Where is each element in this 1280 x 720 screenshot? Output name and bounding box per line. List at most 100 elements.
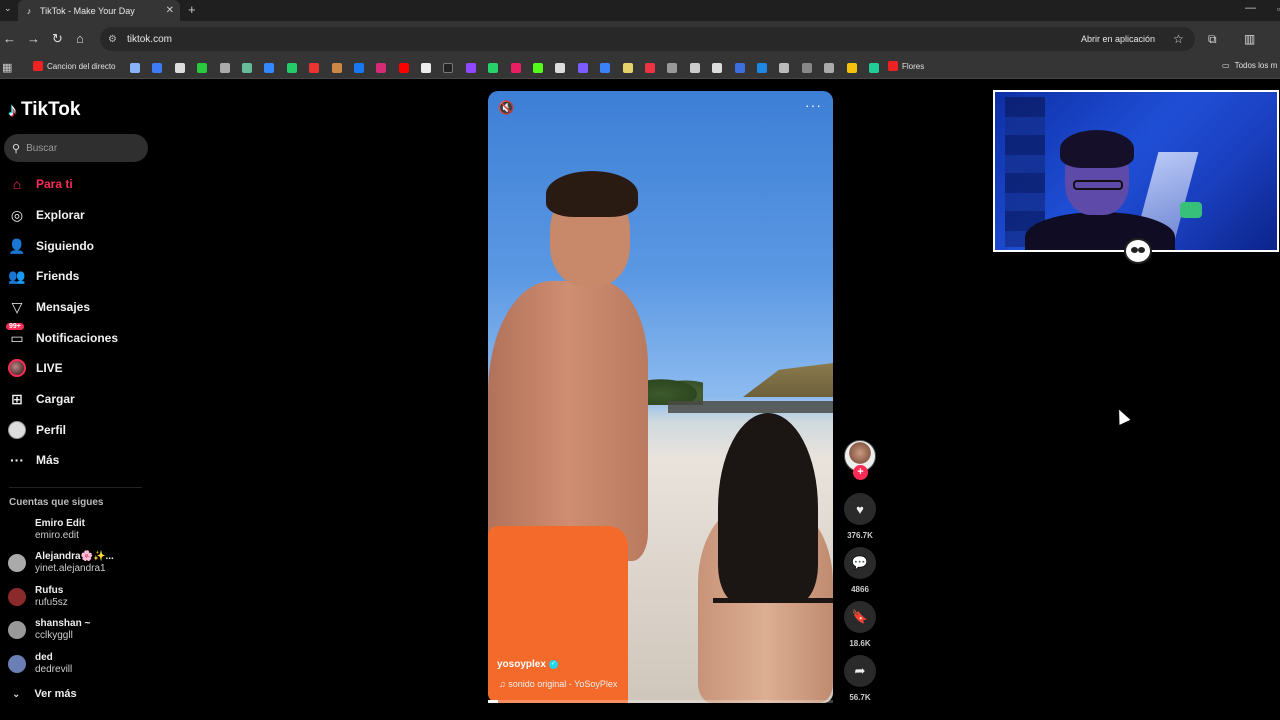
following-account[interactable]: ded dedrevill	[8, 650, 158, 678]
bookmark-icon[interactable]	[264, 63, 275, 73]
kick-icon[interactable]	[533, 63, 544, 73]
video-progress-fill	[488, 700, 499, 703]
facebook-icon[interactable]	[353, 63, 364, 73]
bookmark-icon[interactable]	[286, 63, 297, 73]
following-account[interactable]: Alejandra🌸✨... yinet.alejandra1	[8, 549, 158, 577]
heart-icon[interactable]: ♥	[844, 493, 876, 525]
notifications-badge: 99+	[6, 323, 24, 330]
like-action[interactable]: ♥ 376.7K	[843, 493, 877, 540]
bookmark-icon[interactable]	[622, 63, 633, 73]
home-icon[interactable]: ⌂	[76, 31, 84, 46]
bookmark-icon[interactable]	[130, 63, 140, 73]
bookmark-all-folder[interactable]: ▭ Todos los m	[1222, 61, 1277, 70]
bookmark-icon[interactable]	[309, 63, 320, 73]
tiktok-icon[interactable]	[443, 63, 454, 73]
extensions-icon[interactable]: ⧉	[1208, 32, 1217, 47]
video-sound[interactable]: ♫ sonido original - YoSoyPlex	[499, 679, 617, 689]
back-icon[interactable]: ←	[3, 31, 16, 46]
bookmark-star-icon[interactable]: ☆	[1173, 32, 1184, 46]
comment-icon[interactable]: 💬	[844, 547, 876, 579]
youtube-icon[interactable]	[398, 63, 409, 73]
bookmark-icon[interactable]	[734, 63, 745, 73]
tiktok-favicon-icon: ♪	[26, 5, 32, 16]
more-options-icon[interactable]: ···	[805, 97, 822, 113]
mute-icon[interactable]: 🔇	[498, 100, 514, 116]
bookmark-icon[interactable]	[801, 63, 812, 73]
bookmark-icon[interactable]	[219, 63, 230, 73]
compass-icon: ◎	[10, 206, 24, 223]
nav-explorar[interactable]: ◎ Explorar	[8, 203, 85, 227]
nav-mensajes[interactable]: ▽ Mensajes	[8, 295, 90, 319]
bookmark-icon[interactable]	[712, 63, 723, 73]
bookmark-icon[interactable]	[846, 63, 857, 73]
bookmark-icon[interactable]	[600, 63, 611, 73]
share-icon[interactable]: ➦	[844, 655, 876, 687]
video-progress-bar[interactable]	[488, 700, 833, 703]
bookmark-icon[interactable]	[667, 63, 678, 73]
bookmark-flores[interactable]: Flores	[888, 61, 924, 71]
whatsapp-icon[interactable]	[488, 63, 499, 73]
tab-search-icon[interactable]: ⌄	[4, 3, 12, 14]
nav-mas[interactable]: ··· Más	[8, 448, 59, 472]
google-icon[interactable]	[421, 63, 432, 73]
following-section-title: Cuentas que sigues	[9, 497, 104, 508]
follow-plus-button[interactable]: +	[853, 465, 868, 480]
bookmark-icon[interactable]	[756, 63, 767, 73]
apps-grid-icon[interactable]: ▦	[2, 61, 12, 74]
video-author[interactable]: yosoyplex ✓	[497, 659, 558, 670]
following-account[interactable]: shanshan ~ cclkyggll	[8, 616, 158, 644]
nav-notificaciones[interactable]: ▭ 99+ Notificaciones	[6, 323, 118, 350]
nav-perfil[interactable]: Perfil	[8, 418, 66, 442]
nav-cargar[interactable]: ⊞ Cargar	[8, 387, 75, 411]
avatar	[8, 655, 26, 673]
reload-icon[interactable]: ↻	[52, 31, 63, 47]
following-account[interactable]: Rufus rufu5sz	[8, 583, 158, 611]
search-input[interactable]	[26, 142, 137, 154]
nav-friends[interactable]: 👥 Friends	[8, 264, 79, 288]
tiktok-logo[interactable]: ♪ TikTok	[8, 99, 80, 121]
comment-action[interactable]: 💬 4866	[843, 547, 877, 594]
youtube-icon	[33, 61, 43, 71]
bookmark-icon[interactable]	[824, 63, 835, 73]
video-player[interactable]	[488, 91, 833, 703]
share-action[interactable]: ➦ 56.7K	[843, 655, 877, 702]
sidebar-divider	[9, 487, 142, 488]
close-tab-icon[interactable]: ✕	[166, 5, 174, 16]
bookmark-icon[interactable]	[152, 63, 163, 73]
search-box[interactable]: ⚲	[4, 134, 148, 162]
bookmark-icon[interactable]	[331, 63, 342, 73]
bookmark-icon[interactable]	[577, 63, 588, 73]
site-info-icon[interactable]: ⚙	[108, 34, 117, 45]
bookmark-icon[interactable]	[779, 63, 790, 73]
nav-para-ti[interactable]: ⌂ Para ti	[8, 172, 73, 196]
save-action[interactable]: 🔖 18.6K	[843, 601, 877, 648]
see-more-button[interactable]: ⌄ Ver más	[12, 688, 77, 700]
browser-tab-bar: ⌄ ♪ TikTok - Make Your Day ✕ + — ▫	[0, 0, 1280, 21]
bookmark-icon[interactable]	[174, 63, 185, 73]
bookmark-icon[interactable]	[644, 63, 655, 73]
forward-icon[interactable]: →	[27, 31, 40, 46]
browser-tab-tiktok[interactable]: ♪ TikTok - Make Your Day ✕	[18, 0, 180, 21]
nav-live[interactable]: LIVE	[8, 356, 63, 380]
instagram-icon[interactable]	[376, 63, 387, 73]
tiktok-note-icon: ♪	[8, 99, 17, 120]
following-account[interactable]: Emiro Edit emiro.edit	[8, 516, 158, 544]
address-bar[interactable]: ⚙ tiktok.com	[100, 27, 1195, 51]
bookmark-icon[interactable]	[868, 63, 879, 73]
bookmark-cancion-del-directo[interactable]: Cancion del directo	[33, 61, 115, 71]
minimize-icon[interactable]: —	[1245, 2, 1256, 14]
open-in-app-button[interactable]: Abrir en aplicación	[1081, 34, 1155, 44]
following-icon: 👤	[8, 237, 26, 254]
bookmark-icon[interactable]: 🔖	[844, 601, 876, 633]
upload-icon: ⊞	[11, 390, 23, 407]
bookmark-icon[interactable]	[510, 63, 521, 73]
twitch-icon[interactable]	[465, 63, 476, 73]
bookmark-icon[interactable]	[241, 63, 252, 73]
bookmark-icon[interactable]	[689, 63, 700, 73]
chevron-down-icon: ⌄	[12, 688, 21, 700]
nav-siguiendo[interactable]: 👤 Siguiendo	[8, 234, 94, 258]
bookmark-icon[interactable]	[555, 63, 566, 73]
new-tab-button[interactable]: +	[188, 2, 196, 17]
bookmark-icon[interactable]	[197, 63, 208, 73]
side-panel-icon[interactable]: ▥	[1244, 32, 1255, 46]
